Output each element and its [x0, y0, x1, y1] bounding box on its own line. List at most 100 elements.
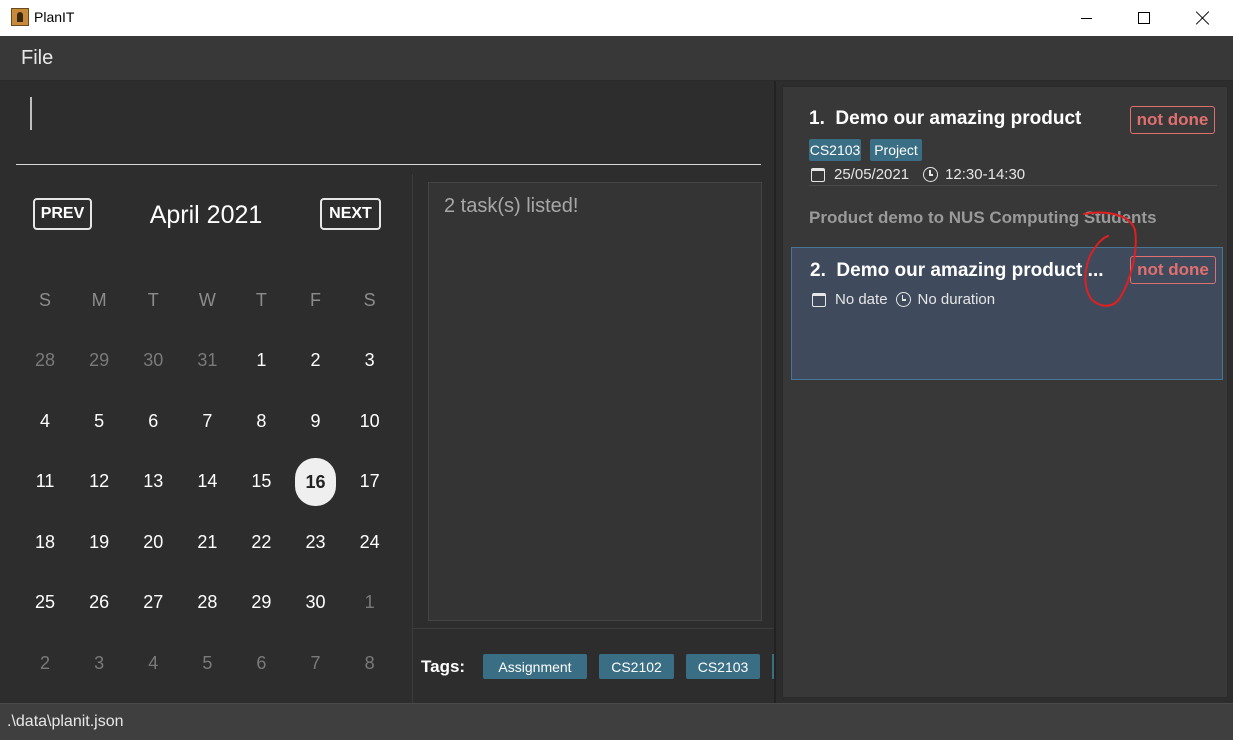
calendar-day[interactable]: 10	[343, 411, 397, 432]
calendar-day[interactable]: 29	[234, 592, 288, 613]
calendar-day[interactable]: 4	[18, 411, 72, 432]
calendar-day[interactable]: 8	[234, 411, 288, 432]
calendar-day[interactable]: 6	[126, 411, 180, 432]
calendar-day[interactable]: 3	[72, 653, 126, 674]
calendar-month-label: April 2021	[149, 201, 263, 229]
task-date: 25/05/2021	[834, 166, 910, 183]
task-title: 1. Demo our amazing product	[809, 108, 1081, 130]
calendar-day[interactable]: 5	[72, 411, 126, 432]
calendar-day[interactable]: 27	[126, 592, 180, 613]
task-title: 2. Demo our amazing product ...	[810, 260, 1104, 282]
calendar-day[interactable]: 28	[180, 592, 234, 613]
tag-chip[interactable]: CS2103	[686, 654, 760, 679]
calendar-day[interactable]: 24	[343, 532, 397, 553]
selected-day-label: 16	[295, 457, 337, 506]
calendar-day[interactable]: 17	[343, 471, 397, 492]
command-box[interactable]	[0, 81, 774, 174]
maximize-button[interactable]	[1115, 0, 1173, 36]
clock-icon	[895, 292, 911, 307]
task-index: 1.	[809, 108, 825, 129]
calendar-day[interactable]: 8	[343, 653, 397, 674]
calendar-day[interactable]: 15	[234, 471, 288, 492]
weekday-label: T	[147, 289, 159, 310]
next-month-button[interactable]: NEXT	[320, 198, 381, 230]
calendar-day[interactable]: 5	[180, 653, 234, 674]
calendar-icon	[811, 167, 825, 182]
prev-month-button[interactable]: PREV	[33, 198, 92, 230]
close-icon	[1196, 11, 1210, 25]
calendar-week-row: 2 3 4 5 6 7 8	[18, 633, 397, 694]
calendar-week-row: 18 19 20 21 22 23 24	[18, 512, 397, 573]
app-icon	[11, 8, 29, 26]
task-name: Demo our amazing product	[835, 108, 1082, 129]
calendar-day[interactable]: 13	[126, 471, 180, 492]
maximize-icon	[1138, 12, 1150, 24]
calendar-day[interactable]: 18	[18, 532, 72, 553]
calendar-day[interactable]: 28	[18, 350, 72, 371]
weekday-label: M	[91, 289, 107, 310]
status-badge: not done	[1130, 106, 1215, 134]
calendar-day[interactable]: 1	[234, 350, 288, 371]
result-panel: 2 task(s) listed!	[413, 174, 774, 628]
calendar-day-selected[interactable]: 16	[288, 457, 342, 506]
calendar-day[interactable]: 2	[288, 350, 342, 371]
calendar-week-row: 25 26 27 28 29 30 1	[18, 573, 397, 634]
tag-chip[interactable]: CS2102	[599, 654, 674, 679]
task-date: No date	[835, 291, 888, 308]
calendar-day[interactable]: 3	[343, 350, 397, 371]
task-index: 2.	[810, 260, 826, 281]
tag-chip[interactable]: Assignment	[483, 654, 587, 679]
task-list[interactable]: 1. Demo our amazing product not done CS2…	[782, 86, 1228, 698]
calendar-day[interactable]: 1	[343, 592, 397, 613]
calendar-day[interactable]: 20	[126, 532, 180, 553]
calendar-day[interactable]: 23	[288, 532, 342, 553]
status-bar: .\data\planit.json	[0, 703, 1233, 740]
calendar-day[interactable]: 31	[180, 350, 234, 371]
menu-bar: File	[0, 36, 1233, 81]
window-title: PlanIT	[34, 9, 75, 25]
calendar-day[interactable]: 22	[234, 532, 288, 553]
calendar-day[interactable]: 19	[72, 532, 126, 553]
command-input-underline	[16, 164, 761, 165]
result-message: 2 task(s) listed!	[444, 195, 579, 217]
result-display[interactable]: 2 task(s) listed!	[428, 182, 762, 621]
task-schedule: 25/05/2021 12:30-14:30	[811, 166, 1025, 183]
task-time: No duration	[917, 291, 996, 308]
menu-file[interactable]: File	[21, 47, 53, 70]
calendar-grid: S M T W T F S 28 29 30 31 1 2 3 4 5 6 7 …	[18, 270, 397, 694]
calendar-day[interactable]: 9	[288, 411, 342, 432]
calendar-day[interactable]: 21	[180, 532, 234, 553]
task-card-selected[interactable]: 2. Demo our amazing product ... not done…	[791, 247, 1223, 380]
calendar-week-row: 4 5 6 7 8 9 10	[18, 391, 397, 452]
close-button[interactable]	[1174, 0, 1232, 36]
calendar-day[interactable]: 30	[288, 592, 342, 613]
minimize-button[interactable]	[1057, 0, 1115, 36]
calendar-panel: PREV April 2021 NEXT S M T W T F S 28 29…	[0, 174, 413, 703]
calendar-day[interactable]: 4	[126, 653, 180, 674]
status-badge: not done	[1130, 256, 1216, 284]
window-titlebar: PlanIT	[0, 0, 1233, 36]
calendar-day[interactable]: 30	[126, 350, 180, 371]
task-name: Demo our amazing product ...	[836, 260, 1104, 281]
calendar-day[interactable]: 7	[288, 653, 342, 674]
calendar-day[interactable]: 26	[72, 592, 126, 613]
calendar-day[interactable]: 6	[234, 653, 288, 674]
weekday-label: W	[198, 289, 216, 310]
calendar-day[interactable]: 14	[180, 471, 234, 492]
calendar-day[interactable]: 7	[180, 411, 234, 432]
calendar-day[interactable]: 25	[18, 592, 72, 613]
data-file-path: .\data\planit.json	[7, 713, 124, 730]
minimize-icon	[1080, 17, 1092, 19]
task-tag: Project	[870, 139, 922, 161]
task-schedule: No date No duration	[812, 291, 995, 308]
calendar-week-row: 11 12 13 14 15 16 17	[18, 452, 397, 513]
task-card[interactable]: 1. Demo our amazing product not done CS2…	[791, 95, 1223, 250]
calendar-day[interactable]: 12	[72, 471, 126, 492]
task-list-panel: 1. Demo our amazing product not done CS2…	[774, 81, 1233, 703]
calendar-day[interactable]: 11	[18, 471, 72, 492]
calendar-day[interactable]: 29	[72, 350, 126, 371]
task-time: 12:30-14:30	[945, 166, 1026, 183]
tags-label: Tags:	[421, 657, 466, 676]
weekday-label: S	[39, 289, 52, 310]
calendar-day[interactable]: 2	[18, 653, 72, 674]
